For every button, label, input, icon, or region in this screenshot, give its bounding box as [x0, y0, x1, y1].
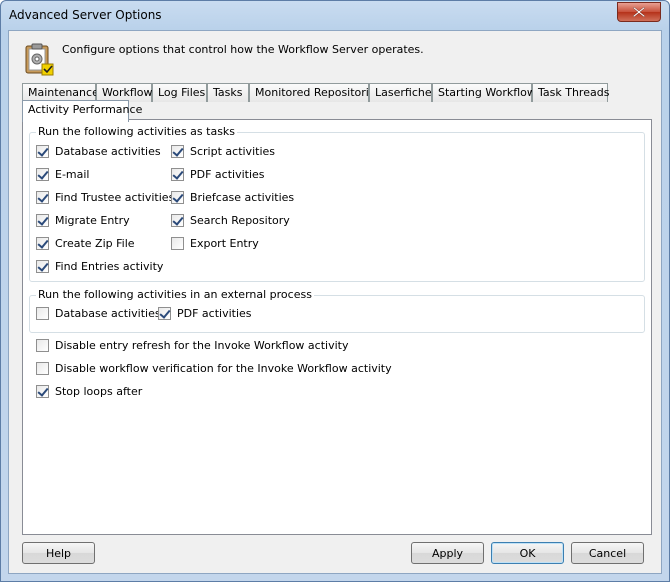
tab-laserfiche[interactable]: Laserfiche — [369, 83, 432, 102]
checkbox-box[interactable] — [36, 237, 49, 250]
window-title: Advanced Server Options — [9, 8, 162, 22]
checkbox-box[interactable] — [36, 362, 49, 375]
checkbox-label: Find Entries activity — [55, 260, 164, 273]
checkbox-tasks-script[interactable]: Script activities — [171, 145, 275, 158]
tab-starting-workflows[interactable]: Starting Workflows — [432, 83, 542, 102]
checkbox-label: PDF activities — [177, 307, 252, 320]
close-icon — [633, 7, 645, 17]
tab-log-files[interactable]: Log Files — [152, 83, 207, 102]
checkbox-box[interactable] — [36, 307, 49, 320]
checkbox-box[interactable] — [36, 385, 49, 398]
apply-button[interactable]: Apply — [411, 542, 484, 564]
checkbox-tasks-search-repository[interactable]: Search Repository — [171, 214, 290, 227]
checkbox-disable-entry-refresh[interactable]: Disable entry refresh for the Invoke Wor… — [36, 339, 348, 352]
checkbox-tasks-find-entries[interactable]: Find Entries activity — [36, 260, 163, 273]
checkbox-label: Briefcase activities — [190, 191, 295, 204]
checkbox-box[interactable] — [171, 145, 184, 158]
checkbox-tasks-pdf[interactable]: PDF activities — [171, 168, 265, 181]
checkbox-box[interactable] — [158, 307, 171, 320]
title-bar[interactable]: Advanced Server Options — [1, 1, 669, 31]
checkbox-box[interactable] — [171, 191, 184, 204]
checkbox-external-pdf[interactable]: PDF activities — [158, 307, 252, 320]
checkbox-label: Export Entry — [190, 237, 259, 250]
close-button[interactable] — [617, 2, 661, 22]
checkbox-label: E-mail — [55, 168, 90, 181]
group-external-process-legend: Run the following activities in an exter… — [36, 288, 314, 301]
checkbox-box[interactable] — [36, 260, 49, 273]
checkbox-tasks-email[interactable]: E-mail — [36, 168, 90, 181]
checkbox-tasks-migrate-entry[interactable]: Migrate Entry — [36, 214, 130, 227]
checkbox-label: Disable entry refresh for the Invoke Wor… — [55, 339, 349, 352]
checkbox-label: Migrate Entry — [55, 214, 130, 227]
group-run-as-tasks-legend: Run the following activities as tasks — [36, 125, 238, 138]
checkbox-label: Database activities — [55, 307, 161, 320]
checkbox-stop-loops[interactable]: Stop loops after — [36, 385, 142, 398]
checkbox-tasks-database-activities[interactable]: Database activities — [36, 145, 161, 158]
checkbox-tasks-briefcase[interactable]: Briefcase activities — [171, 191, 294, 204]
checkbox-label: Database activities — [55, 145, 161, 158]
checkbox-box[interactable] — [36, 339, 49, 352]
checkbox-box[interactable] — [36, 214, 49, 227]
dialog-window: Advanced Server Options Configure option… — [0, 0, 670, 582]
activity-performance-panel: Run the following activities as tasks Da… — [22, 119, 652, 535]
server-options-icon — [24, 42, 54, 76]
checkbox-label: Search Repository — [190, 214, 290, 227]
checkbox-label: PDF activities — [190, 168, 265, 181]
checkbox-box[interactable] — [36, 168, 49, 181]
dialog-client-area: Configure options that control how the W… — [8, 30, 662, 574]
checkbox-label: Find Trustee activities — [55, 191, 175, 204]
checkbox-disable-workflow-verification[interactable]: Disable workflow verification for the In… — [36, 362, 392, 375]
checkbox-box[interactable] — [171, 214, 184, 227]
checkbox-box[interactable] — [36, 145, 49, 158]
tab-tasks[interactable]: Tasks — [207, 83, 249, 102]
checkbox-label: Stop loops after — [55, 385, 143, 398]
tab-monitored-repositories[interactable]: Monitored Repositories — [249, 83, 381, 102]
checkbox-tasks-find-trustee[interactable]: Find Trustee activities — [36, 191, 174, 204]
cancel-button[interactable]: Cancel — [571, 542, 644, 564]
checkbox-box[interactable] — [171, 168, 184, 181]
checkbox-label: Create Zip File — [55, 237, 135, 250]
ok-button[interactable]: OK — [491, 542, 564, 564]
header-description: Configure options that control how the W… — [62, 43, 424, 56]
checkbox-external-database[interactable]: Database activities — [36, 307, 161, 320]
checkbox-label: Script activities — [190, 145, 275, 158]
checkbox-box[interactable] — [171, 237, 184, 250]
help-button[interactable]: Help — [22, 542, 95, 564]
checkbox-tasks-export-entry[interactable]: Export Entry — [171, 237, 259, 250]
tab-task-threads[interactable]: Task Threads — [532, 83, 609, 102]
checkbox-label: Disable workflow verification for the In… — [55, 362, 392, 375]
checkbox-box[interactable] — [36, 191, 49, 204]
tab-activity-performance[interactable]: Activity Performance — [22, 100, 142, 122]
checkbox-tasks-create-zip[interactable]: Create Zip File — [36, 237, 135, 250]
